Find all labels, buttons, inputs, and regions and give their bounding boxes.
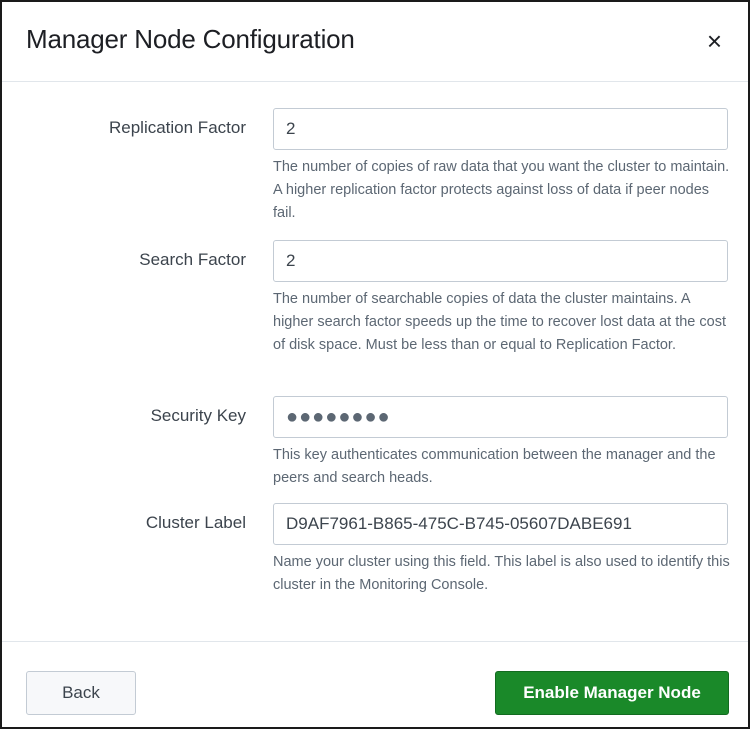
manager-node-configuration-dialog: Manager Node Configuration × Replication…: [2, 2, 748, 727]
replication-factor-input[interactable]: 2: [273, 108, 728, 150]
cluster-label-label: Cluster Label: [145, 513, 246, 532]
security-key-label: Security Key: [150, 406, 246, 425]
search-factor-input[interactable]: 2: [273, 240, 728, 282]
search-factor-help: The number of searchable copies of data …: [273, 291, 726, 353]
replication-factor-help: The number of copies of raw data that yo…: [273, 159, 730, 221]
cluster-label-help: Name your cluster using this field. This…: [273, 554, 730, 593]
replication-factor-label: Replication Factor: [108, 118, 246, 137]
enable-manager-node-button[interactable]: Enable Manager Node: [495, 671, 729, 715]
security-key-input[interactable]: ●●●●●●●●: [273, 396, 728, 438]
search-factor-label: Search Factor: [139, 250, 246, 269]
cluster-label-input[interactable]: D9AF7961-B865-475C-B745-05607DABE691: [273, 503, 728, 545]
back-button[interactable]: Back: [26, 671, 136, 715]
dialog-header: Manager Node Configuration ×: [2, 2, 748, 82]
dialog-footer: Back Enable Manager Node: [2, 641, 748, 727]
security-key-help: This key authenticates communication bet…: [273, 447, 716, 486]
close-icon[interactable]: ×: [707, 26, 722, 56]
dialog-title: Manager Node Configuration: [26, 24, 355, 54]
